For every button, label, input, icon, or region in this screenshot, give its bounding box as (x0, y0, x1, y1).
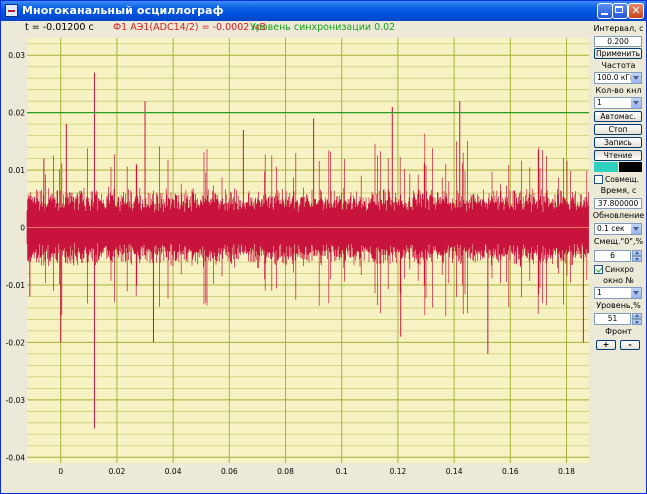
stop-button[interactable]: Стоп (594, 124, 642, 135)
color-swatches (594, 162, 642, 172)
read-button[interactable]: Чтение (594, 150, 642, 161)
x-tick-label: 0.02 (109, 467, 126, 476)
window-number-select[interactable]: 1 (594, 287, 642, 299)
interval-label: Интервал, с (593, 24, 644, 33)
channel-value-readout: Ф1 АЭ1(ADC14/2) = -0.0002 мВ (113, 22, 266, 33)
combine-label: Совмещ. (605, 175, 639, 184)
app-icon (5, 4, 18, 17)
checkbox-box-checked[interactable] (594, 265, 603, 274)
minus-button[interactable]: - (620, 340, 640, 350)
update-value: 0.1 сек (597, 224, 625, 233)
minimize-icon (601, 13, 608, 15)
y-tick-label: -0.03 (6, 396, 26, 405)
combine-checkbox[interactable]: Совмещ. (594, 175, 646, 186)
x-tick-label: 0.04 (165, 467, 182, 476)
sync-check-label: Синхро (605, 265, 634, 274)
apply-button[interactable]: Применить (594, 48, 642, 59)
spin-down-icon[interactable] (632, 319, 642, 325)
oscillogram-svg[interactable]: 0.03 0.02 0.01 0 -0.01 -0.02 -0.03 -0.04 0 0.02 0… (1, 35, 591, 491)
sync-checkbox[interactable]: Синхро (594, 265, 646, 276)
control-panel: Интервал, с 0.200 Применить Частота 100.… (591, 21, 646, 491)
window-number-label: окно № (603, 276, 634, 285)
y-tick-label: -0.02 (6, 338, 26, 347)
sync-level-readout: Уровень синхронизации 0.02 (250, 22, 396, 33)
frequency-select[interactable]: 100.0 кГц (594, 72, 642, 84)
chevron-down-icon[interactable] (631, 98, 641, 108)
y-tick-label: 0.02 (8, 109, 25, 118)
offset-label: Смещ."0",% (593, 237, 644, 246)
minimize-button[interactable] (597, 3, 613, 19)
y-tick-label: -0.04 (6, 453, 26, 462)
oscillogram-plot[interactable]: 0.03 0.02 0.01 0 -0.01 -0.02 -0.03 -0.04 0 0.02 0… (1, 35, 591, 491)
x-tick-label: 0.1 (336, 467, 348, 476)
readout-bar: t = -0.01200 с Ф1 АЭ1(ADC14/2) = -0.0002… (1, 21, 591, 35)
channels-label: Кол-во кнл (595, 86, 642, 95)
offset-stepper[interactable]: 6 (594, 250, 642, 262)
y-tick-label: 0.03 (8, 51, 25, 60)
x-tick-label: 0.18 (558, 467, 575, 476)
frequency-value: 100.0 кГц (597, 73, 636, 82)
y-tick-label: 0.01 (8, 166, 25, 175)
offset-value[interactable]: 6 (594, 250, 631, 262)
x-tick-label: 0.16 (502, 467, 519, 476)
checkbox-box[interactable] (594, 175, 603, 184)
chevron-down-icon[interactable] (631, 224, 641, 234)
update-select[interactable]: 0.1 сек (594, 223, 642, 235)
channels-select[interactable]: 1 (594, 97, 642, 109)
update-label: Обновление (592, 211, 645, 220)
close-icon: ✕ (631, 4, 641, 17)
record-button[interactable]: Запись (594, 137, 642, 148)
y-tick-label: 0 (20, 224, 25, 233)
time-field[interactable]: 37.800000 (594, 198, 642, 209)
y-tick-label: -0.01 (6, 281, 26, 290)
maximize-icon (615, 6, 623, 13)
frequency-label: Частота (601, 61, 636, 70)
x-tick-label: 0 (58, 467, 63, 476)
auto-scale-button[interactable]: Автомас. (594, 111, 642, 122)
background-color-swatch[interactable] (619, 162, 642, 172)
chevron-down-icon[interactable] (631, 288, 641, 298)
title-bar[interactable]: Многоканальный осциллограф ✕ (1, 1, 646, 21)
level-value[interactable]: 51 (594, 313, 631, 325)
cursor-time-readout: t = -0.01200 с (25, 22, 94, 33)
trace-color-swatch[interactable] (594, 162, 618, 172)
window-number-value: 1 (597, 288, 602, 297)
time-label: Время, с (600, 186, 637, 195)
channels-value: 1 (597, 98, 602, 107)
x-tick-label: 0.06 (221, 467, 238, 476)
spin-down-icon[interactable] (632, 256, 642, 262)
level-label: Уровень,% (596, 301, 641, 310)
interval-input[interactable]: 0.200 (594, 36, 642, 47)
maximize-button[interactable] (612, 3, 628, 19)
close-button[interactable]: ✕ (628, 3, 644, 19)
x-tick-label: 0.08 (277, 467, 294, 476)
chevron-down-icon[interactable] (631, 73, 641, 83)
window-title: Многоканальный осциллограф (22, 4, 224, 17)
plus-button[interactable]: + (596, 340, 616, 350)
front-label: Фронт (605, 327, 632, 336)
oscilloscope-window: Многоканальный осциллограф ✕ t = -0.0120… (0, 0, 647, 494)
x-tick-label: 0.14 (446, 467, 463, 476)
level-stepper[interactable]: 51 (594, 313, 642, 325)
x-tick-label: 0.12 (390, 467, 407, 476)
